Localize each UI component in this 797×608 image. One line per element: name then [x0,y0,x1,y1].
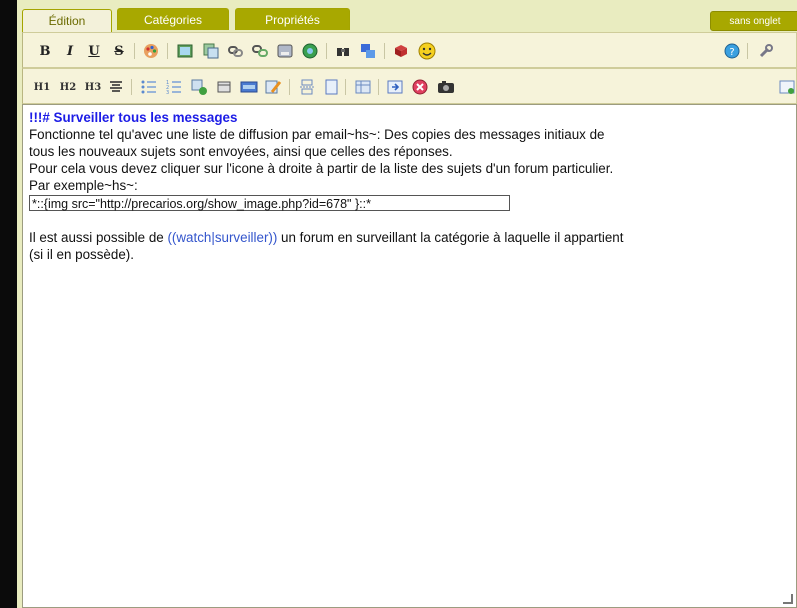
color-palette-icon[interactable] [142,42,160,60]
toolbar-separator [384,43,385,59]
wiki-heading-line: !!!# Surveiller tous les messages [29,110,238,125]
list-add-icon[interactable] [190,78,208,96]
watch-link[interactable]: ((watch|surveiller)) [167,230,277,245]
tab-proprietes[interactable]: Propriétés [235,8,350,30]
text-line: Il est aussi possible de ((watch|surveil… [29,229,790,246]
text-line: Par exemple~hs~: [29,178,138,193]
toolbar-separator [167,43,168,59]
text-fragment: Il est aussi possible de [29,230,168,245]
plugin-icon[interactable] [386,78,404,96]
numbered-list-icon[interactable]: 123 [165,78,183,96]
text-line: Pour cela vous devez cliquer sur l'icone… [29,161,614,176]
resize-grip[interactable] [783,594,793,604]
text-line: Fonctionne tel qu'avec une liste de diff… [29,127,605,142]
toolbar-separator [289,79,290,95]
globe-icon[interactable] [301,42,319,60]
box-icon[interactable] [392,42,410,60]
format-toolbar: B I U S ? [22,32,797,68]
pencil-edit-icon[interactable] [264,78,282,96]
svg-text:?: ? [729,47,734,58]
help-icon[interactable]: ? [723,42,741,60]
save-disk-icon[interactable] [276,42,294,60]
toolbar-separator [326,43,327,59]
new-page-icon[interactable] [322,78,340,96]
toolbar-separator [378,79,379,95]
sans-onglet-button[interactable]: sans onglet [710,11,797,31]
binoculars-icon[interactable] [334,42,352,60]
camera-icon[interactable] [436,78,456,96]
bullet-list-icon[interactable] [140,78,158,96]
wiki-textarea[interactable]: !!!# Surveiller tous les messages Foncti… [22,104,797,608]
link-icon[interactable] [226,42,244,60]
cancel-icon[interactable] [411,78,429,96]
unlink-icon[interactable] [251,42,269,60]
translate-icon[interactable] [359,42,377,60]
preview-window-icon[interactable] [778,78,796,96]
text-line: tous les nouveaux sujets sont envoyées, … [29,144,453,159]
html-block-icon[interactable] [239,78,259,96]
toolbar-separator [131,79,132,95]
align-center-icon[interactable] [108,78,124,96]
text-line: (si il en possède). [29,247,134,262]
heading-1-button[interactable]: H1 [33,78,51,96]
toolbar-separator [134,43,135,59]
heading-3-button[interactable]: H3 [84,78,102,96]
page-break-icon[interactable] [298,78,316,96]
toolbar-separator [345,79,346,95]
table-box-icon[interactable] [215,78,233,96]
heading-2-button[interactable]: H2 [59,78,77,96]
strikethrough-button[interactable]: S [112,42,126,60]
toolbar-separator [747,43,748,59]
tab-edition[interactable]: Édition [22,9,112,33]
smiley-icon[interactable] [417,42,437,60]
settings-wrench-icon[interactable] [757,42,775,60]
insert-toolbar: H1 H2 H3 123 [22,68,797,104]
svg-text:3: 3 [166,90,169,95]
text-fragment: un forum en surveillant la catégorie à l… [277,230,624,245]
bold-button[interactable]: B [38,42,52,60]
tab-bar: Édition Catégories Propriétés sans ongle… [17,8,797,33]
copy-image-icon[interactable] [202,42,220,60]
tab-categories[interactable]: Catégories [117,8,229,30]
image-icon[interactable] [176,42,194,60]
wiki-editor: Édition Catégories Propriétés sans ongle… [17,0,797,608]
selected-image-code[interactable]: *::{img src="http://precarios.org/show_i… [29,195,510,211]
underline-button[interactable]: U [87,42,101,60]
table-icon[interactable] [354,78,372,96]
italic-button[interactable]: I [63,42,77,60]
